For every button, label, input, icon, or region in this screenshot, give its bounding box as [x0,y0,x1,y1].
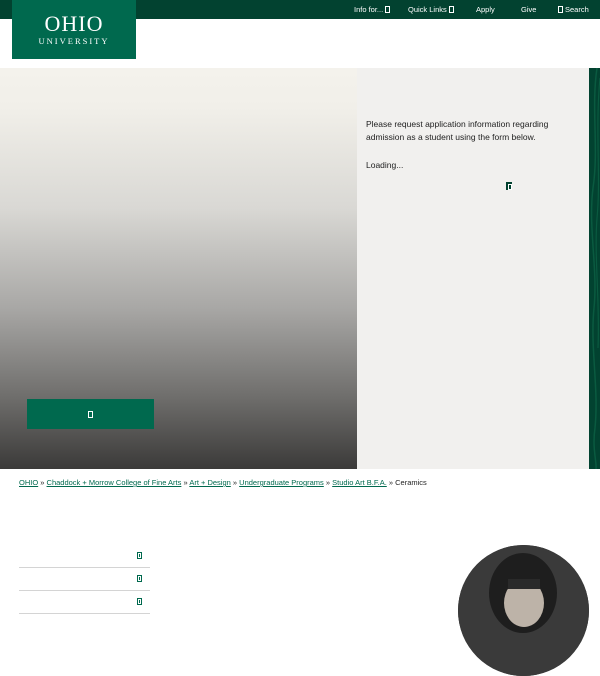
section-nav-item[interactable] [19,568,150,591]
nav-search-label: Search [565,5,589,14]
search-icon [558,6,563,13]
nav-quick-links[interactable]: Quick Links [408,5,454,14]
loading-icon [506,182,512,190]
chevron-down-icon [137,575,142,582]
chevron-down-icon [137,552,142,559]
breadcrumb-separator: » [183,478,188,487]
breadcrumb-fine-arts[interactable]: Chaddock + Morrow College of Fine Arts [47,478,182,487]
breadcrumb-separator: » [325,478,331,487]
section-nav-item[interactable] [19,591,150,614]
breadcrumb-art-design[interactable]: Art + Design [189,478,230,487]
arrow-icon [88,410,93,418]
person-photo [458,545,589,676]
nav-give-label: Give [521,5,537,14]
chevron-down-icon [448,6,454,13]
decorative-strip [589,68,600,469]
ohio-university-logo[interactable]: OHIO UNIVERSITY [12,0,136,59]
hero-cta-button[interactable] [27,399,154,429]
nav-give[interactable]: Give [521,5,536,14]
breadcrumb-separator: » [40,478,45,487]
logo-line-2: UNIVERSITY [38,36,110,46]
logo-line-1: OHIO [44,11,104,36]
breadcrumb-separator: » [232,478,238,487]
breadcrumb-studio-art[interactable]: Studio Art B.F.A. [332,478,387,487]
breadcrumb-ohio[interactable]: OHIO [19,478,38,487]
nav-apply-label: Apply [476,5,495,14]
nav-apply[interactable]: Apply [476,5,495,14]
section-nav [19,545,150,614]
form-loading-text: Loading... [366,160,404,170]
breadcrumb-current: Ceramics [395,478,427,487]
section-nav-item[interactable] [19,545,150,568]
breadcrumb-undergraduate-programs[interactable]: Undergraduate Programs [239,478,324,487]
chevron-down-icon [385,6,391,13]
breadcrumb-separator: » [388,478,394,487]
nav-quick-links-label: Quick Links [408,5,447,14]
nav-search[interactable]: Search [558,5,589,14]
form-intro-text: Please request application information r… [366,119,549,142]
contour-pattern-icon [590,68,600,469]
chevron-down-icon [137,598,142,605]
faculty-avatar [458,545,589,676]
nav-info-for[interactable]: Info for... [354,5,391,14]
breadcrumb: OHIO » Chaddock + Morrow College of Fine… [19,478,427,487]
nav-info-for-label: Info for... [354,5,384,14]
request-info-panel: Please request application information r… [357,68,589,469]
